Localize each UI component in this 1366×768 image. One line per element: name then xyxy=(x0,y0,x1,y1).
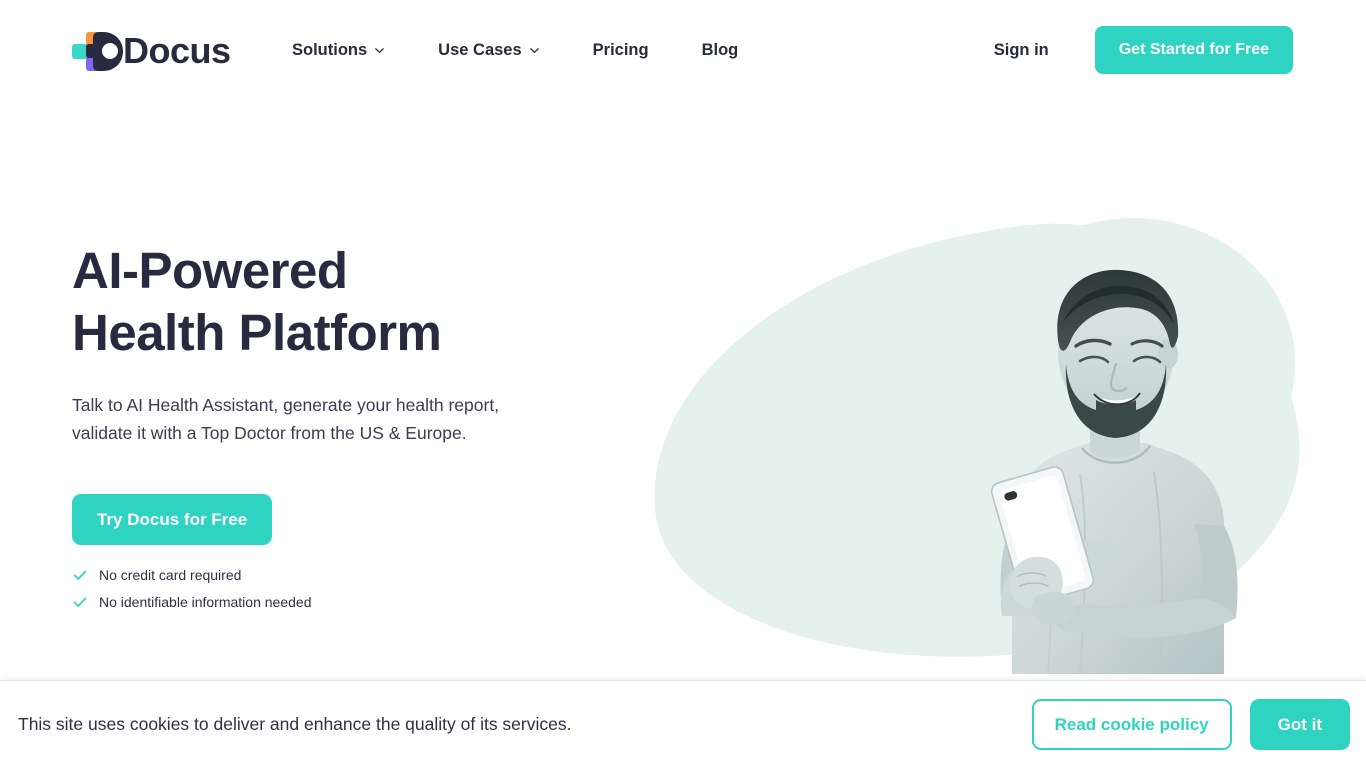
nav-item-label: Solutions xyxy=(292,40,368,59)
nav-item-label: Pricing xyxy=(592,40,649,59)
nav-item-label: Use Cases xyxy=(438,40,522,59)
brand-name: Docus xyxy=(123,30,231,71)
header-actions: Sign in Get Started for Free xyxy=(994,0,1293,100)
read-cookie-policy-button[interactable]: Read cookie policy xyxy=(1031,699,1232,750)
check-icon xyxy=(72,567,88,583)
nav-item-blog[interactable]: Blog xyxy=(702,33,739,68)
sign-in-link[interactable]: Sign in xyxy=(994,41,1049,60)
check-icon xyxy=(72,594,88,610)
nav-item-use-cases[interactable]: Use Cases xyxy=(438,33,539,68)
logo-letter-d xyxy=(93,32,123,71)
list-item: No credit card required xyxy=(72,567,542,583)
hero-photo-man-with-phone xyxy=(940,224,1280,674)
nav-item-pricing[interactable]: Pricing xyxy=(593,33,649,68)
cookie-actions: Read cookie policy Got it xyxy=(1031,699,1350,750)
nav-item-label: Blog xyxy=(701,40,739,59)
try-docus-button[interactable]: Try Docus for Free xyxy=(72,494,273,545)
main-navigation: Solutions Use Cases Pricing Blog xyxy=(292,0,738,100)
hero-section: AI-Powered Health Platform Talk to AI He… xyxy=(0,100,1366,678)
benefit-label: No identifiable information needed xyxy=(99,594,312,610)
nav-item-solutions[interactable]: Solutions xyxy=(292,33,385,68)
cookie-message: This site uses cookies to deliver and en… xyxy=(18,714,572,734)
chevron-down-icon xyxy=(529,45,540,56)
get-started-button[interactable]: Get Started for Free xyxy=(1094,26,1293,74)
site-header: Docus Solutions Use Cases Pricing Blog S… xyxy=(0,0,1366,100)
hero-benefit-list: No credit card required No identifiable … xyxy=(72,567,542,610)
hero-illustration xyxy=(629,199,1340,678)
docus-logo-icon xyxy=(72,32,123,71)
benefit-label: No credit card required xyxy=(99,567,242,583)
page-title: AI-Powered Health Platform xyxy=(72,242,442,361)
list-item: No identifiable information needed xyxy=(72,594,542,610)
cookie-consent-banner: This site uses cookies to deliver and en… xyxy=(0,680,1366,768)
hero-subtitle: Talk to AI Health Assistant, generate yo… xyxy=(72,395,500,443)
brand-logo[interactable]: Docus xyxy=(72,31,231,71)
chevron-down-icon xyxy=(374,45,385,56)
hero-copy: AI-Powered Health Platform Talk to AI He… xyxy=(72,240,542,621)
accept-cookies-button[interactable]: Got it xyxy=(1249,699,1350,750)
page-root: Docus Solutions Use Cases Pricing Blog S… xyxy=(0,0,1366,768)
